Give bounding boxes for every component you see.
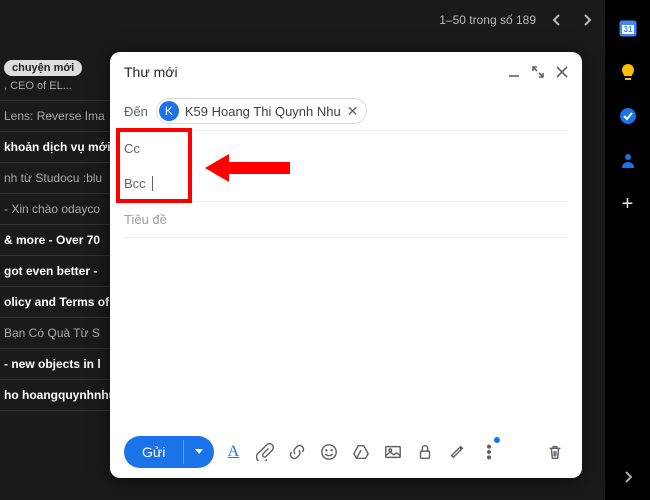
pagination-label: 1–50 trong số 189 <box>439 13 536 27</box>
compose-window: Thư mới Đến K K59 Hoang Thi Quynh Nhu ✕ … <box>110 52 582 478</box>
send-label: Gửi <box>124 436 183 468</box>
compose-toolbar: Gửi A <box>110 426 582 478</box>
to-field-row[interactable]: Đến K K59 Hoang Thi Quynh Nhu ✕ <box>124 92 568 131</box>
cc-label: Cc <box>124 141 140 156</box>
compose-header: Thư mới <box>110 52 582 92</box>
mail-text: ho hoangquynhnhu <box>4 388 116 402</box>
bcc-label: Bcc <box>124 176 146 191</box>
notification-dot <box>494 437 500 443</box>
compose-body-area[interactable] <box>124 238 568 426</box>
mail-text: & more - Over 70 <box>4 233 100 247</box>
mail-text: olicy and Terms of <box>4 295 109 309</box>
mail-text: - Xin chào odayco <box>4 202 100 216</box>
send-button[interactable]: Gửi <box>124 436 214 468</box>
confidential-mode-icon[interactable] <box>412 439 438 465</box>
close-icon[interactable] <box>556 66 568 78</box>
next-page-icon[interactable] <box>578 10 596 30</box>
mail-text: nh từ Studocu :blu <box>4 171 102 185</box>
insert-signature-icon[interactable] <box>444 439 470 465</box>
remove-recipient-icon[interactable]: ✕ <box>347 103 359 120</box>
attach-file-icon[interactable] <box>252 439 278 465</box>
cc-field[interactable]: Cc <box>124 131 568 166</box>
send-options-icon[interactable] <box>183 440 214 464</box>
mail-text: Bạn Có Quà Từ S <box>4 326 100 340</box>
calendar-icon[interactable]: 31 <box>618 18 638 38</box>
add-addon-icon[interactable]: + <box>618 194 638 214</box>
more-options-icon[interactable] <box>476 439 502 465</box>
recipient-name: K59 Hoang Thi Quynh Nhu <box>185 104 341 119</box>
format-text-icon[interactable]: A <box>220 439 246 465</box>
side-panel: 31 + <box>605 0 650 500</box>
text-cursor <box>152 176 153 191</box>
insert-link-icon[interactable] <box>284 439 310 465</box>
contacts-icon[interactable] <box>618 150 638 170</box>
fullscreen-icon[interactable] <box>532 66 544 78</box>
insert-emoji-icon[interactable] <box>316 439 342 465</box>
discard-draft-icon[interactable] <box>542 439 568 465</box>
toolbar: 1–50 trong số 189 <box>0 0 650 40</box>
insert-photo-icon[interactable] <box>380 439 406 465</box>
compose-title: Thư mới <box>124 64 178 80</box>
to-label: Đến <box>124 104 148 119</box>
insert-drive-icon[interactable] <box>348 439 374 465</box>
mail-text: - new objects in l <box>4 357 101 371</box>
bcc-field[interactable]: Bcc <box>124 166 568 201</box>
recipient-chip[interactable]: K K59 Hoang Thi Quynh Nhu ✕ <box>156 98 368 124</box>
subject-placeholder: Tiêu đề <box>124 212 167 227</box>
mail-text: khoản dịch vụ mới <box>4 140 111 154</box>
label-chip: chuyện mới <box>4 60 82 76</box>
tasks-icon[interactable] <box>618 106 638 126</box>
keep-icon[interactable] <box>618 62 638 82</box>
subject-field[interactable]: Tiêu đề <box>124 201 568 238</box>
mail-text: Lens: Reverse Ima <box>4 109 105 123</box>
recipient-avatar: K <box>159 101 179 121</box>
mail-text: got even better - <box>4 264 97 278</box>
prev-page-icon[interactable] <box>548 10 566 30</box>
minimize-icon[interactable] <box>508 66 520 78</box>
collapse-panel-icon[interactable] <box>623 470 633 488</box>
svg-text:31: 31 <box>623 25 632 34</box>
